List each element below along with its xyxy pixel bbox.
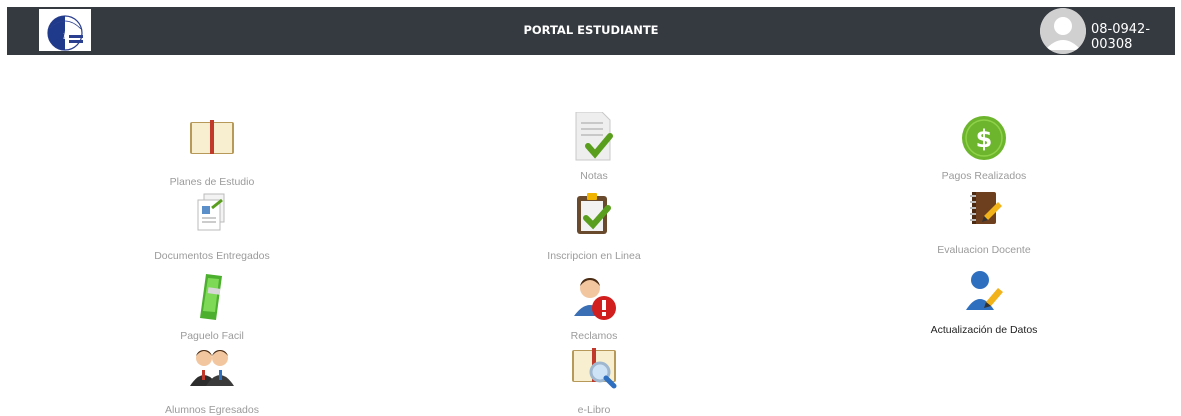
tile-label: Evaluacion Docente <box>937 244 1031 256</box>
tile-label: Paguelo Facil <box>180 330 244 342</box>
tile-label: Inscripcion en Linea <box>547 250 641 262</box>
tile-notas[interactable]: Notas <box>484 111 704 182</box>
tile-pagos-realizados[interactable]: $ Pagos Realizados <box>874 112 1094 182</box>
mobile-payment-icon <box>182 272 242 324</box>
dollar-coin-icon: $ <box>954 112 1014 164</box>
tile-label: Reclamos <box>570 330 618 342</box>
graduates-icon <box>182 346 242 398</box>
tile-evaluacion-docente[interactable]: Evaluacion Docente <box>874 186 1094 256</box>
user-edit-icon <box>954 266 1014 318</box>
tile-actualizacion-de-datos[interactable]: Actualización de Datos <box>874 266 1094 336</box>
tile-label: Actualización de Datos <box>930 324 1038 336</box>
tile-label: Pagos Realizados <box>941 170 1027 182</box>
open-book-icon <box>182 118 242 170</box>
tile-label: Documentos Entregados <box>154 250 270 262</box>
tile-planes-de-estudio[interactable]: Planes de Estudio <box>102 118 322 188</box>
tile-paguelo-facil[interactable]: Paguelo Facil <box>102 272 322 342</box>
user-avatar[interactable] <box>1040 8 1086 54</box>
page-title: PORTAL ESTUDIANTE <box>523 23 659 37</box>
tile-label: Notas <box>580 170 608 182</box>
tile-inscripcion-en-linea[interactable]: Inscripcion en Linea <box>484 192 704 262</box>
user-id: 08-0942-00308 <box>1091 22 1151 52</box>
tile-label: Alumnos Egresados <box>165 404 259 416</box>
tile-reclamos[interactable]: Reclamos <box>484 272 704 342</box>
tile-documentos-entregados[interactable]: Documentos Entregados <box>102 192 322 262</box>
document-check-icon <box>564 111 624 164</box>
notebook-pencil-icon <box>954 186 1014 238</box>
tile-e-libro[interactable]: e-Libro <box>484 346 704 416</box>
clipboard-check-icon <box>564 192 624 244</box>
top-bar: ic PORTAL ESTUDIANTE 08-0942-00308 <box>7 7 1175 55</box>
book-search-icon <box>564 346 624 398</box>
tile-alumnos-egresados[interactable]: Alumnos Egresados <box>102 346 322 416</box>
tile-label: Planes de Estudio <box>169 176 255 188</box>
documents-icon <box>182 192 242 244</box>
user-alert-icon <box>564 272 624 324</box>
svg-text:$: $ <box>976 125 993 153</box>
tile-label: e-Libro <box>577 404 611 416</box>
